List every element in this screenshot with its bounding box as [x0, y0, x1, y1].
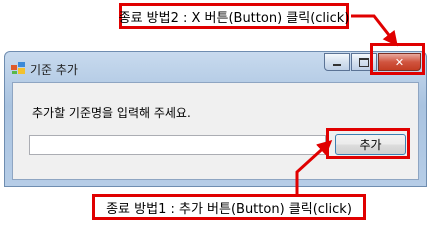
close-button[interactable]: ✕ — [378, 53, 421, 71]
annotation-bottom-text: 종료 방법1 : 추가 버튼(Button) 클릭(click) — [106, 201, 352, 217]
add-button[interactable]: 추가 — [335, 134, 406, 155]
annotation-close-method-1: 종료 방법1 : 추가 버튼(Button) 클릭(click) — [92, 194, 366, 220]
caption-buttons: ✕ — [324, 53, 421, 71]
maximize-button[interactable] — [351, 53, 377, 71]
minimize-button[interactable] — [324, 53, 350, 71]
minimize-icon — [333, 64, 341, 66]
prompt-label: 추가할 기준명을 입력해 주세요. — [32, 106, 191, 120]
maximize-icon — [359, 57, 369, 67]
window-title: 기준 추가 — [30, 63, 78, 77]
annotation-top-text: 종료 방법2 : X 버튼(Button) 클릭(click) — [118, 10, 350, 26]
dialog-window: 기준 추가 ✕ 추가할 기준명을 입력해 주세요. 추가 — [4, 51, 427, 187]
dialog-body: 추가할 기준명을 입력해 주세요. 추가 — [12, 82, 419, 180]
arrow-to-close-button — [351, 14, 398, 47]
title-bar[interactable]: 기준 추가 ✕ — [5, 52, 426, 82]
annotation-close-method-2: 종료 방법2 : X 버튼(Button) 클릭(click) — [119, 3, 349, 29]
close-icon: ✕ — [394, 55, 405, 69]
app-window-icon — [11, 62, 25, 74]
criteria-name-input[interactable] — [29, 135, 326, 155]
